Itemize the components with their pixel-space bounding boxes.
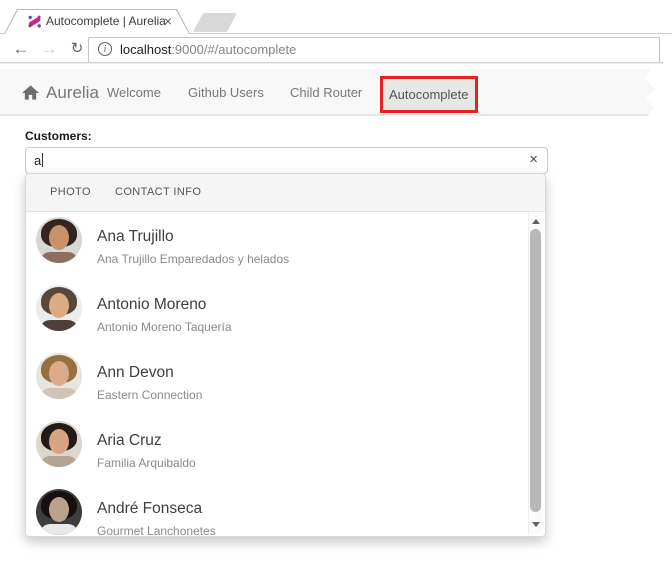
url-host: localhost: [120, 42, 171, 57]
scroll-down-icon[interactable]: [532, 522, 540, 527]
red-annotation-box: Autocomplete: [380, 76, 478, 113]
customer-company: Gourmet Lanchonetes: [97, 524, 216, 536]
nav-item-child-router[interactable]: Child Router: [290, 69, 362, 116]
customer-row[interactable]: Antonio Moreno Antonio Moreno Taquería: [26, 280, 545, 348]
customer-list: Ana Trujillo Ana Trujillo Emparedados y …: [26, 212, 545, 536]
back-icon[interactable]: ←: [8, 37, 34, 61]
customer-row[interactable]: Ana Trujillo Ana Trujillo Emparedados y …: [26, 212, 545, 280]
scrollbar-thumb[interactable]: [530, 229, 541, 512]
customer-name: André Fonseca: [97, 500, 202, 518]
navbar-brand[interactable]: Aurelia: [22, 69, 99, 116]
customer-name: Ann Devon: [97, 364, 174, 382]
text-caret: [42, 153, 43, 167]
forward-icon: →: [36, 37, 62, 61]
nav-item-github-users[interactable]: Github Users: [188, 69, 264, 116]
autocomplete-dropdown: PHOTO CONTACT INFO Ana Trujillo Ana Truj…: [25, 173, 546, 537]
address-bar[interactable]: i localhost:9000/#/autocomplete: [88, 37, 660, 63]
customer-company: Familia Arquibaldo: [97, 456, 196, 470]
tab-close-icon[interactable]: ×: [164, 9, 172, 34]
input-value: a: [34, 148, 43, 173]
home-icon: [22, 85, 39, 100]
customer-row[interactable]: Ann Devon Eastern Connection: [26, 348, 545, 416]
customer-name: Aria Cruz: [97, 432, 162, 450]
customer-name: Ana Trujillo: [97, 228, 174, 246]
customer-company: Ana Trujillo Emparedados y helados: [97, 252, 289, 266]
customer-row[interactable]: André Fonseca Gourmet Lanchonetes: [26, 484, 545, 536]
page-info-icon[interactable]: i: [98, 42, 112, 56]
app-navbar: Aurelia Welcome Github Users Child Route…: [0, 69, 660, 116]
refresh-icon[interactable]: ↻: [64, 37, 90, 61]
nav-item-welcome[interactable]: Welcome: [107, 69, 161, 116]
scroll-up-icon[interactable]: [532, 219, 540, 224]
customer-name: Antonio Moreno: [97, 296, 206, 314]
column-header-photo: PHOTO: [50, 174, 91, 211]
autocomplete-input[interactable]: a ×: [25, 147, 548, 174]
brand-label: Aurelia: [46, 83, 99, 103]
clear-input-icon[interactable]: ×: [529, 148, 538, 173]
browser-window: Autocomplete | Aurelia × ← → ↻ i localho…: [0, 0, 672, 569]
customer-avatar: [36, 421, 82, 467]
customer-row[interactable]: Aria Cruz Familia Arquibaldo: [26, 416, 545, 484]
customer-avatar: [36, 217, 82, 263]
customers-label: Customers:: [25, 129, 92, 143]
aurelia-favicon-icon: [27, 14, 42, 29]
dropdown-scrollbar[interactable]: [528, 212, 543, 534]
nav-item-autocomplete[interactable]: Autocomplete: [383, 79, 475, 110]
customer-avatar: [36, 353, 82, 399]
url-text: localhost:9000/#/autocomplete: [120, 38, 296, 62]
tab-title: Autocomplete | Aurelia: [46, 9, 166, 34]
new-tab-button[interactable]: [193, 13, 237, 32]
customer-company: Antonio Moreno Taquería: [97, 320, 232, 334]
dropdown-header: PHOTO CONTACT INFO: [26, 174, 545, 212]
customer-company: Eastern Connection: [97, 388, 202, 402]
customer-avatar: [36, 489, 82, 535]
url-path: :9000/#/autocomplete: [171, 42, 296, 57]
customer-avatar: [36, 285, 82, 331]
browser-tab[interactable]: Autocomplete | Aurelia ×: [4, 9, 190, 34]
column-header-contact-info: CONTACT INFO: [115, 174, 201, 211]
toolbar-border-soft: [0, 63, 663, 64]
